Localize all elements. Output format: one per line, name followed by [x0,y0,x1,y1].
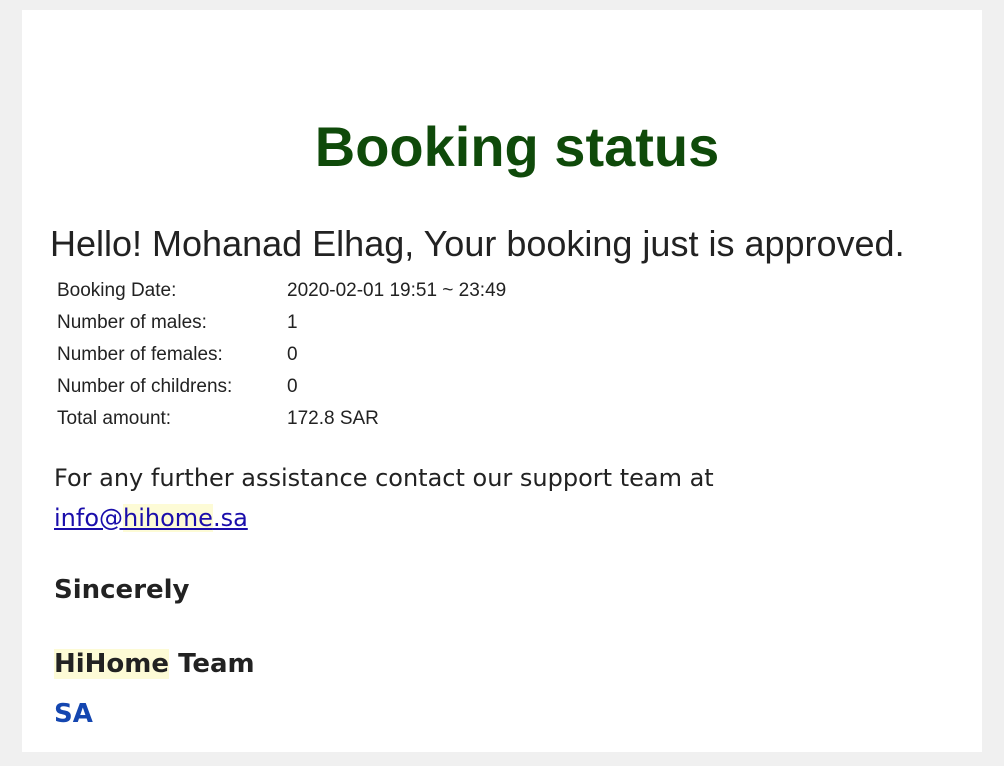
support-email-highlight: hihome [123,504,213,532]
region-label: SA [54,699,93,729]
booking-date-value: 2020-02-01 19:51 ~ 23:49 [287,280,507,301]
page-title: Booking status [314,115,720,178]
total-amount-label: Total amount: [57,408,172,429]
childrens-label: Number of childrens: [57,376,233,397]
males-value: 1 [287,312,298,333]
support-email-prefix: info@ [54,504,124,532]
team-brand: HiHome [54,649,170,679]
table-row: Number of males: 1 [53,307,510,339]
support-paragraph: For any further assistance contact our s… [54,458,954,538]
total-amount-value: 172.8 SAR [287,408,379,429]
table-row: Total amount: 172.8 SAR [53,403,510,435]
table-row: Number of childrens: 0 [53,371,510,403]
greeting-text: Hello! Mohanad Elhag, Your booking just … [50,223,905,264]
team-word: Team [169,649,255,679]
females-value: 0 [287,344,298,365]
support-text: For any further assistance contact our s… [54,464,714,492]
support-email-suffix: .sa [212,504,248,532]
booking-details-table: Booking Date: 2020-02-01 19:51 ~ 23:49 N… [53,275,510,435]
closing-text: Sincerely [54,575,190,605]
support-email-link[interactable]: info@hihome.sa [54,504,248,532]
childrens-value: 0 [287,376,298,397]
team-signature: HiHome Team [54,646,255,682]
females-label: Number of females: [57,344,223,365]
email-card: Booking status Hello! Mohanad Elhag, You… [22,10,982,752]
booking-date-label: Booking Date: [57,280,177,301]
table-row: Booking Date: 2020-02-01 19:51 ~ 23:49 [53,275,510,307]
males-label: Number of males: [57,312,207,333]
table-row: Number of females: 0 [53,339,510,371]
